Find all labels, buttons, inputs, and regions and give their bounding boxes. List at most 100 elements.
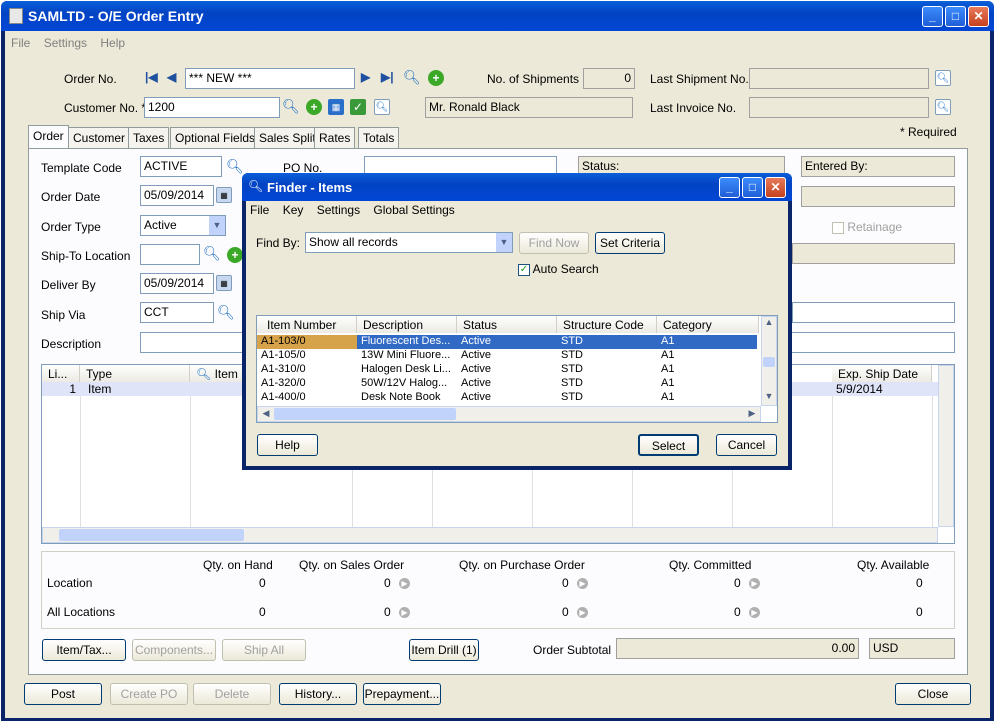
prepayment-button[interactable]: Prepayment... xyxy=(363,683,441,705)
tab-sales-split[interactable]: Sales Split xyxy=(254,127,321,149)
chevron-down-icon[interactable]: ▼ xyxy=(209,216,225,235)
retainage-check-icon[interactable] xyxy=(832,221,844,234)
finder-vertical-scrollbar[interactable]: ▲ ▼ xyxy=(761,316,777,406)
new-customer-icon[interactable]: + xyxy=(306,99,322,115)
lines-horizontal-scrollbar[interactable] xyxy=(42,527,938,543)
item-finder-icon[interactable]: 🔍︎ xyxy=(196,367,211,381)
finder-horizontal-scrollbar[interactable]: ◀ ▶ xyxy=(257,406,761,422)
deliver-by-calendar-icon[interactable]: ▦ xyxy=(216,275,232,291)
tab-customer[interactable]: Customer xyxy=(68,127,131,149)
ship-to-finder-icon[interactable]: 🔍︎ xyxy=(203,245,221,261)
finder-menu-settings[interactable]: Settings xyxy=(317,203,360,217)
components-button[interactable]: Components... xyxy=(132,639,216,661)
tab-rates[interactable]: Rates xyxy=(314,127,356,149)
auto-search-checkbox[interactable]: ✓ Auto Search xyxy=(518,262,599,276)
credit-check-icon[interactable]: ✓ xyxy=(350,99,366,115)
checkmark-icon[interactable]: ✓ xyxy=(518,263,530,276)
scroll-thumb[interactable] xyxy=(763,357,775,367)
close-button[interactable]: Close xyxy=(895,683,971,705)
finder-row[interactable]: A1-310/0 Halogen Desk Li... Active STD A… xyxy=(257,363,757,377)
template-code-field[interactable]: ACTIVE xyxy=(140,156,222,177)
set-criteria-button[interactable]: Set Criteria xyxy=(595,232,665,254)
finder-menu-global-settings[interactable]: Global Settings xyxy=(373,203,454,217)
ship-via-desc-field[interactable] xyxy=(792,302,955,323)
col-exp-ship-date[interactable]: Exp. Ship Date xyxy=(832,365,932,382)
ship-all-button[interactable]: Ship All xyxy=(222,639,306,661)
scroll-thumb[interactable] xyxy=(59,529,244,541)
next-record-icon[interactable]: ▶ xyxy=(361,70,370,84)
history-button[interactable]: History... xyxy=(279,683,357,705)
finder-results-grid[interactable]: Item Number Description Status Structure… xyxy=(256,315,778,423)
item-tax-button[interactable]: Item/Tax... xyxy=(42,639,126,661)
delete-button[interactable]: Delete xyxy=(193,683,271,705)
previous-record-icon[interactable]: ◀ xyxy=(167,70,176,84)
new-ship-to-icon[interactable]: + xyxy=(227,247,243,263)
finder-title-bar[interactable]: 🔍︎ Finder - Items _ □ ✕ xyxy=(242,173,792,201)
scroll-thumb[interactable] xyxy=(274,408,456,420)
finder-row[interactable]: A1-103/0 Fluorescent Des... Active STD A… xyxy=(257,335,757,349)
customer-info-icon[interactable]: ▦ xyxy=(328,99,344,115)
col-status[interactable]: Status xyxy=(457,316,557,333)
deliver-by-field[interactable]: 05/09/2014 xyxy=(140,273,214,294)
last-shipment-drilldown-icon[interactable]: 🔍︎ xyxy=(935,70,951,86)
col-line[interactable]: Li... xyxy=(42,365,80,382)
ship-via-finder-icon[interactable]: 🔍︎ xyxy=(217,304,235,320)
drill-icon[interactable]: ▶ xyxy=(577,576,588,590)
retainage-checkbox[interactable]: Retainage xyxy=(832,220,902,234)
finder-menu-file[interactable]: File xyxy=(250,203,269,217)
scroll-right-icon[interactable]: ▶ xyxy=(746,408,758,419)
col-item-number[interactable]: Item Number xyxy=(257,316,357,333)
order-date-field[interactable]: 05/09/2014 xyxy=(140,185,214,206)
create-po-button[interactable]: Create PO xyxy=(110,683,188,705)
first-record-icon[interactable]: |◀ xyxy=(145,70,158,84)
ship-to-field[interactable] xyxy=(140,244,200,265)
last-record-icon[interactable]: ▶| xyxy=(381,70,394,84)
finder-minimize-button[interactable]: _ xyxy=(719,177,740,198)
tab-order[interactable]: Order xyxy=(28,125,69,149)
drill-icon[interactable]: ▶ xyxy=(577,605,588,619)
finder-maximize-button[interactable]: □ xyxy=(742,177,763,198)
minimize-button[interactable]: _ xyxy=(922,6,943,27)
order-type-select[interactable]: Active ▼ xyxy=(140,215,226,236)
col-type[interactable]: Type xyxy=(80,365,190,382)
close-window-button[interactable]: ✕ xyxy=(968,6,989,27)
drill-icon[interactable]: ▶ xyxy=(749,605,760,619)
finder-help-button[interactable]: Help xyxy=(257,434,318,456)
col-category[interactable]: Category xyxy=(657,316,759,333)
finder-cancel-button[interactable]: Cancel xyxy=(716,434,777,456)
finder-menu-key[interactable]: Key xyxy=(283,203,304,217)
scroll-left-icon[interactable]: ◀ xyxy=(260,408,272,419)
menu-help[interactable]: Help xyxy=(100,36,125,50)
tab-taxes[interactable]: Taxes xyxy=(128,127,170,149)
customer-no-field[interactable]: 1200 xyxy=(144,97,280,118)
drill-icon[interactable]: ▶ xyxy=(749,576,760,590)
find-by-select[interactable]: Show all records ▼ xyxy=(305,232,513,253)
finder-close-button[interactable]: ✕ xyxy=(765,177,786,198)
finder-select-button[interactable]: Select xyxy=(638,434,699,456)
last-invoice-drilldown-icon[interactable]: 🔍︎ xyxy=(935,99,951,115)
finder-row[interactable]: A1-105/0 13W Mini Fluore... Active STD A… xyxy=(257,349,757,363)
drill-icon[interactable]: ▶ xyxy=(399,576,410,590)
menu-settings[interactable]: Settings xyxy=(44,36,87,50)
ship-via-field[interactable]: CCT xyxy=(140,302,214,323)
post-button[interactable]: Post xyxy=(24,683,102,705)
new-order-icon[interactable]: + xyxy=(428,70,444,86)
order-no-field[interactable]: *** NEW *** xyxy=(185,68,355,89)
col-description[interactable]: Description xyxy=(357,316,457,333)
chevron-down-icon[interactable]: ▼ xyxy=(496,233,512,252)
customer-drilldown-icon[interactable]: 🔍︎ xyxy=(374,99,390,115)
col-structure-code[interactable]: Structure Code xyxy=(557,316,657,333)
template-finder-icon[interactable]: 🔍︎ xyxy=(226,158,244,174)
scroll-down-icon[interactable]: ▼ xyxy=(763,391,775,405)
lines-vertical-scrollbar[interactable] xyxy=(938,365,954,527)
finder-row[interactable]: A1-400/0 Desk Note Book Active STD A1 xyxy=(257,391,757,405)
find-now-button[interactable]: Find Now xyxy=(519,232,589,254)
tab-totals[interactable]: Totals xyxy=(358,127,400,149)
customer-finder-icon[interactable]: 🔍︎ xyxy=(282,98,300,114)
order-date-calendar-icon[interactable]: ▦ xyxy=(216,187,232,203)
tab-optional-fields[interactable]: Optional Fields xyxy=(170,127,261,149)
scroll-up-icon[interactable]: ▲ xyxy=(763,317,775,331)
item-drill-button[interactable]: Item Drill (1) xyxy=(409,639,479,661)
maximize-button[interactable]: □ xyxy=(945,6,966,27)
title-bar[interactable]: SAMLTD - O/E Order Entry _ □ ✕ xyxy=(1,1,994,31)
